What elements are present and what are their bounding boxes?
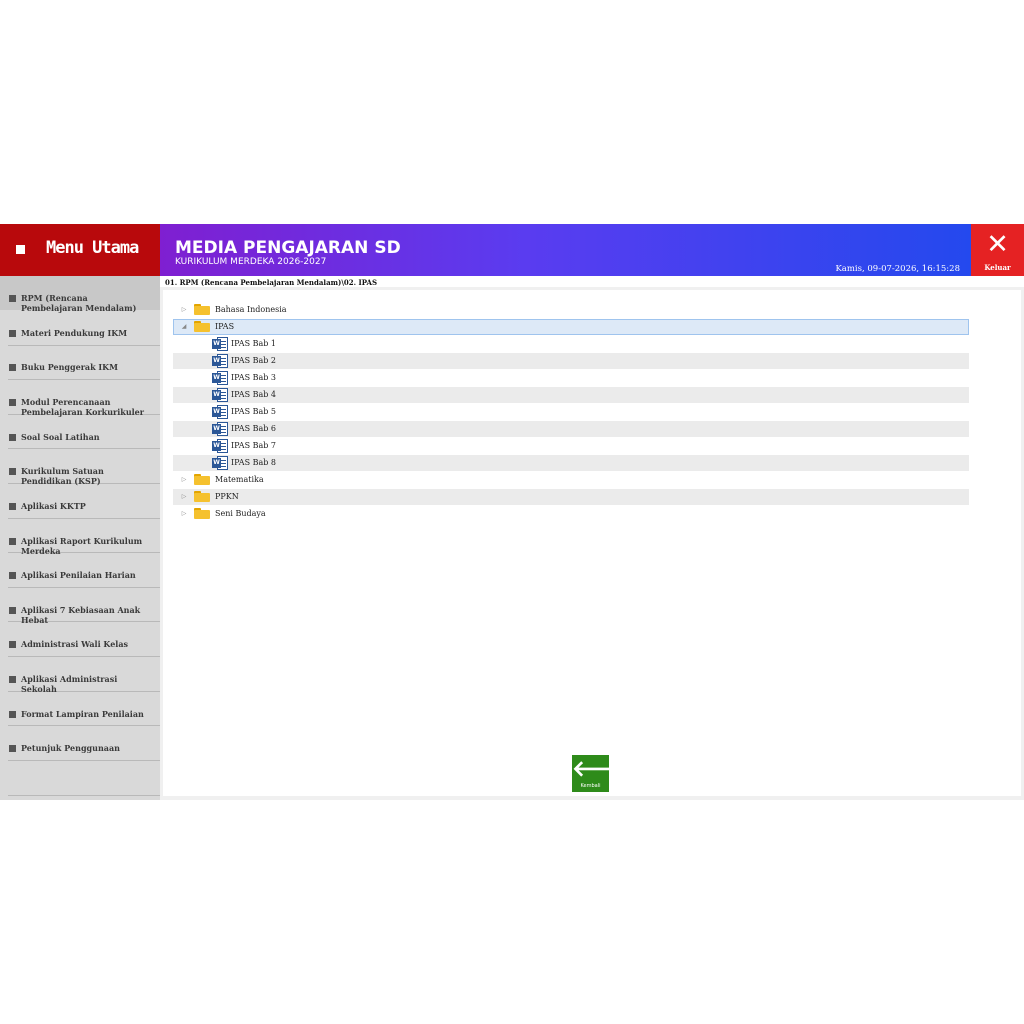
tree-item-label: IPAS Bab 3 xyxy=(231,373,277,382)
sidebar-item-penilaian-harian[interactable]: Aplikasi Penilaian Harian xyxy=(0,553,160,587)
exit-button[interactable]: ✕ Keluar xyxy=(971,224,1024,276)
tree-file-ipas-bab-6[interactable]: W IPAS Bab 6 xyxy=(173,421,969,437)
app-title: MEDIA PENGAJARAN SD xyxy=(175,238,401,258)
folder-icon xyxy=(194,474,210,485)
bullet-icon xyxy=(9,295,16,302)
tree-folder-matematika[interactable]: ▷ Matematika xyxy=(173,472,969,488)
sidebar-item-ksp[interactable]: Kurikulum Satuan Pendidikan (KSP) xyxy=(0,449,160,485)
sidebar-item-buku-penggerak[interactable]: Buku Penggerak IKM xyxy=(0,345,160,379)
tree-item-label: IPAS Bab 4 xyxy=(231,390,277,399)
datetime-label: Kamis, 09-07-2026, 16:15:28 xyxy=(835,264,960,274)
bullet-icon xyxy=(9,434,16,441)
tree-folder-ipas[interactable]: ◢ IPAS xyxy=(173,319,969,335)
word-doc-icon: W xyxy=(212,422,228,436)
tree-item-label: IPAS xyxy=(215,322,235,331)
expand-arrow-icon[interactable]: ▷ xyxy=(179,506,189,522)
expand-arrow-icon[interactable]: ▷ xyxy=(179,472,189,488)
bullet-icon xyxy=(9,503,16,510)
tree-folder-bahasa-indonesia[interactable]: ▷ Bahasa Indonesia xyxy=(173,302,969,318)
app-window: Menu Utama MEDIA PENGAJARAN SD KURIKULUM… xyxy=(0,224,1024,800)
tree-item-label: Bahasa Indonesia xyxy=(215,305,287,314)
arrow-left-icon: 🡐 xyxy=(572,757,631,782)
tree-item-label: IPAS Bab 7 xyxy=(231,441,277,450)
exit-label: Keluar xyxy=(984,263,1011,272)
divider xyxy=(8,795,160,796)
tree-file-ipas-bab-8[interactable]: W IPAS Bab 8 xyxy=(173,455,969,471)
folder-open-icon xyxy=(194,321,210,332)
expand-arrow-icon[interactable]: ▷ xyxy=(179,302,189,318)
sidebar-item-materi-pendukung[interactable]: Materi Pendukung IKM xyxy=(0,311,160,345)
word-doc-icon: W xyxy=(212,371,228,385)
bullet-icon xyxy=(9,364,16,371)
tree-item-label: IPAS Bab 8 xyxy=(231,458,277,467)
word-doc-icon: W xyxy=(212,388,228,402)
folder-icon xyxy=(194,304,210,315)
tree-file-ipas-bab-1[interactable]: W IPAS Bab 1 xyxy=(173,336,969,352)
menu-square-icon xyxy=(16,245,25,254)
sidebar-item-modul-perencanaan[interactable]: Modul Perencanaan Pembelajaran Korkuriku… xyxy=(0,380,160,416)
bullet-icon xyxy=(9,538,16,545)
breadcrumb: 01. RPM (Rencana Pembelajaran Mendalam)\… xyxy=(165,278,378,287)
sidebar-item-label: Administrasi Wali Kelas xyxy=(21,639,129,649)
sidebar-item-soal-latihan[interactable]: Soal Soal Latihan xyxy=(0,415,160,449)
tree-file-ipas-bab-5[interactable]: W IPAS Bab 5 xyxy=(173,404,969,420)
word-doc-icon: W xyxy=(212,456,228,470)
back-label: Kembali xyxy=(580,783,601,789)
tree-folder-ppkn[interactable]: ▷ PPKN xyxy=(173,489,969,505)
sidebar-item-label: Buku Penggerak IKM xyxy=(21,362,118,372)
sidebar-item-label: Format Lampiran Penilaian xyxy=(21,709,144,719)
word-doc-icon: W xyxy=(212,405,228,419)
tree-file-ipas-bab-4[interactable]: W IPAS Bab 4 xyxy=(173,387,969,403)
sidebar-item-label: Aplikasi KKTP xyxy=(21,501,86,511)
sidebar-item-format-lampiran[interactable]: Format Lampiran Penilaian xyxy=(0,692,160,726)
word-doc-icon: W xyxy=(212,439,228,453)
tree-item-label: IPAS Bab 6 xyxy=(231,424,277,433)
collapse-arrow-icon[interactable]: ◢ xyxy=(179,319,189,335)
bullet-icon xyxy=(9,676,16,683)
tree-folder-seni-budaya[interactable]: ▷ Seni Budaya xyxy=(173,506,969,522)
bullet-icon xyxy=(9,711,16,718)
bullet-icon xyxy=(9,572,16,579)
expand-arrow-icon[interactable]: ▷ xyxy=(179,489,189,505)
sidebar-item-label: Materi Pendukung IKM xyxy=(21,328,128,338)
sidebar-item-7-kebiasaan[interactable]: Aplikasi 7 Kebiasaan Anak Hebat xyxy=(0,588,160,624)
bullet-icon xyxy=(9,468,16,475)
close-icon: ✕ xyxy=(986,229,1009,260)
sidebar-item-administrasi-sekolah[interactable]: Aplikasi Administrasi Sekolah xyxy=(0,657,160,693)
tree-item-label: Seni Budaya xyxy=(215,509,266,518)
bullet-icon xyxy=(9,330,16,337)
back-button[interactable]: 🡐 Kembali xyxy=(572,755,631,792)
word-doc-icon: W xyxy=(212,354,228,368)
sidebar-item-label: Aplikasi Penilaian Harian xyxy=(21,570,136,580)
bullet-icon xyxy=(9,745,16,752)
tree-file-ipas-bab-7[interactable]: W IPAS Bab 7 xyxy=(173,438,969,454)
tree-item-label: IPAS Bab 1 xyxy=(231,339,277,348)
tree-item-label: IPAS Bab 2 xyxy=(231,356,277,365)
sidebar-item-kktp[interactable]: Aplikasi KKTP xyxy=(0,484,160,518)
tree-item-label: PPKN xyxy=(215,492,239,501)
sidebar-item-raport[interactable]: Aplikasi Raport Kurikulum Merdeka xyxy=(0,519,160,555)
folder-icon xyxy=(194,491,210,502)
sidebar: RPM (Rencana Pembelajaran Mendalam) Mate… xyxy=(0,276,160,800)
menu-title: Menu Utama xyxy=(46,238,139,258)
header-banner: MEDIA PENGAJARAN SD KURIKULUM MERDEKA 20… xyxy=(160,224,971,276)
tree-file-ipas-bab-2[interactable]: W IPAS Bab 2 xyxy=(173,353,969,369)
word-doc-icon: W xyxy=(212,337,228,351)
bullet-icon xyxy=(9,607,16,614)
divider xyxy=(8,760,160,761)
bullet-icon xyxy=(9,399,16,406)
sidebar-item-wali-kelas[interactable]: Administrasi Wali Kelas xyxy=(0,622,160,656)
sidebar-item-petunjuk[interactable]: Petunjuk Penggunaan xyxy=(0,726,160,760)
bullet-icon xyxy=(9,641,16,648)
tree-file-ipas-bab-3[interactable]: W IPAS Bab 3 xyxy=(173,370,969,386)
tree-item-label: IPAS Bab 5 xyxy=(231,407,277,416)
sidebar-item-rpm[interactable]: RPM (Rencana Pembelajaran Mendalam) xyxy=(0,276,160,312)
app-subtitle: KURIKULUM MERDEKA 2026-2027 xyxy=(175,257,327,267)
sidebar-item-label: Petunjuk Penggunaan xyxy=(21,743,120,753)
folder-icon xyxy=(194,508,210,519)
sidebar-item-label: Soal Soal Latihan xyxy=(21,432,100,442)
menu-header[interactable]: Menu Utama xyxy=(0,224,160,276)
tree-item-label: Matematika xyxy=(215,475,264,484)
